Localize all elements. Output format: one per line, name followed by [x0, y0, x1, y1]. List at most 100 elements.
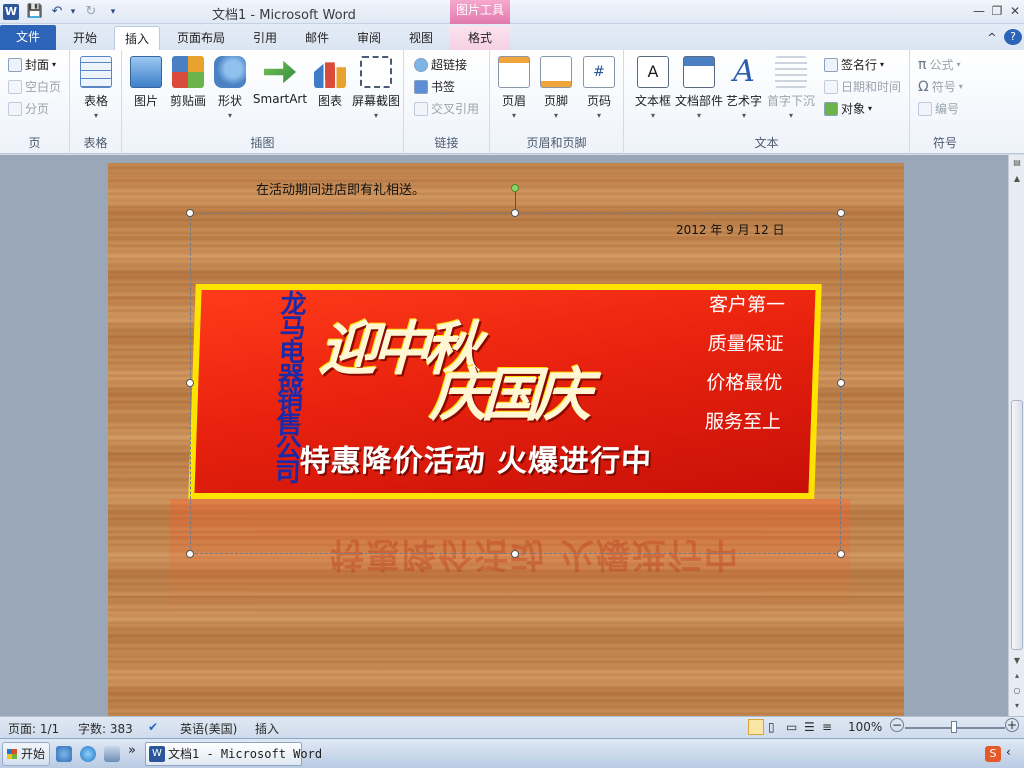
dropcap-button[interactable]: 首字下沉 ▾: [766, 56, 816, 120]
quicklaunch-media-icon[interactable]: [104, 746, 120, 762]
tab-home[interactable]: 开始: [62, 26, 108, 50]
scrollbar-thumb[interactable]: [1011, 400, 1023, 650]
blank-page-button[interactable]: 空白页: [8, 78, 61, 95]
next-page-icon[interactable]: ▾: [1011, 700, 1023, 712]
tab-review[interactable]: 审阅: [346, 26, 392, 50]
chevron-down-icon: ▾: [880, 60, 885, 69]
footer-button[interactable]: 页脚 ▾: [538, 56, 574, 120]
omega-icon: Ω: [918, 78, 929, 95]
page-break-button[interactable]: 分页: [8, 100, 49, 117]
group-pages: 封面 ▾ 空白页 分页 页: [0, 50, 70, 154]
equation-button[interactable]: π 公式 ▾: [918, 56, 960, 73]
shapes-button[interactable]: 形状 ▾: [212, 56, 248, 120]
browse-object-icon[interactable]: ○: [1011, 685, 1023, 697]
chevron-down-icon: ▾: [52, 60, 57, 69]
taskbar-word-window[interactable]: W 文档1 - Microsoft Word: [145, 742, 322, 766]
zoom-out-button[interactable]: −: [890, 718, 904, 732]
full-screen-reading-view-icon[interactable]: ▯: [768, 720, 775, 734]
minimize-ribbon-icon[interactable]: ^: [984, 26, 1000, 50]
resize-handle[interactable]: [837, 550, 845, 558]
equation-label: 公式: [929, 58, 954, 72]
wordart-button[interactable]: A 艺术字 ▾: [724, 56, 764, 121]
zoom-in-button[interactable]: +: [1005, 718, 1019, 732]
zoom-level[interactable]: 100%: [848, 720, 882, 734]
undo-dropdown-icon[interactable]: ▾: [64, 3, 82, 21]
ruler-toggle-icon[interactable]: ▤: [1011, 157, 1023, 169]
save-icon[interactable]: 💾: [26, 3, 44, 21]
tab-format[interactable]: 格式: [450, 26, 510, 50]
hyperlink-button[interactable]: 超链接: [414, 56, 467, 73]
signature-icon: [824, 57, 838, 72]
quicklaunch-more-icon[interactable]: »: [128, 743, 140, 759]
rotate-handle[interactable]: [511, 184, 519, 192]
quick-parts-button[interactable]: 文档部件 ▾: [674, 56, 724, 120]
textbox-button[interactable]: A 文本框 ▾: [630, 56, 676, 120]
close-button[interactable]: ✕: [1006, 2, 1024, 20]
resize-handle[interactable]: [837, 209, 845, 217]
clipart-button[interactable]: 剪贴画: [166, 56, 210, 109]
bookmark-button[interactable]: 书签: [414, 78, 455, 95]
bookmark-label: 书签: [431, 80, 456, 94]
minimize-button[interactable]: —: [970, 2, 988, 20]
header-button[interactable]: 页眉 ▾: [496, 56, 532, 120]
tab-mailings[interactable]: 邮件: [294, 26, 340, 50]
resize-handle[interactable]: [511, 550, 519, 558]
document-page[interactable]: 在活动期间进店即有礼相送。 2012 年 9 月 12 日 特惠降价活动 火爆进…: [108, 163, 904, 716]
tray-app-icon[interactable]: S: [985, 746, 1001, 762]
chart-button[interactable]: 图表: [312, 56, 348, 109]
document-line[interactable]: 在活动期间进店即有礼相送。: [256, 179, 425, 198]
quicklaunch-ie-icon[interactable]: [80, 746, 96, 762]
scroll-up-arrow-icon[interactable]: ▲: [1011, 173, 1023, 185]
redo-icon[interactable]: ↻: [82, 3, 100, 21]
resize-handle[interactable]: [511, 209, 519, 217]
smartart-button[interactable]: SmartArt: [250, 56, 310, 106]
proofing-icon[interactable]: ✔: [148, 720, 158, 734]
draft-view-icon[interactable]: ≡: [822, 720, 832, 734]
table-button[interactable]: 表格 ▾: [78, 56, 114, 120]
help-icon[interactable]: ?: [1004, 29, 1022, 45]
vertical-scrollbar[interactable]: ▤ ▲ ▼ ▴ ○ ▾: [1008, 155, 1024, 716]
status-word-count[interactable]: 字数: 383: [78, 720, 133, 737]
outline-view-icon[interactable]: ☰: [804, 720, 815, 734]
tab-page-layout[interactable]: 页面布局: [166, 26, 236, 50]
resize-handle[interactable]: [186, 550, 194, 558]
signature-line-button[interactable]: 签名行 ▾: [824, 56, 884, 73]
word-app-icon[interactable]: W: [3, 4, 19, 20]
resize-handle[interactable]: [837, 379, 845, 387]
print-layout-view-icon[interactable]: [748, 719, 764, 735]
number-button[interactable]: 编号: [918, 100, 959, 117]
scroll-down-arrow-icon[interactable]: ▼: [1011, 655, 1023, 667]
group-label-text: 文本: [754, 136, 779, 150]
screenshot-button[interactable]: 屏幕截图 ▾: [350, 56, 402, 120]
group-label-links: 链接: [434, 136, 459, 150]
resize-handle[interactable]: [186, 209, 194, 217]
object-button[interactable]: 对象 ▾: [824, 100, 872, 117]
quicklaunch-desktop-icon[interactable]: [56, 746, 72, 762]
header-label: 页眉: [501, 94, 526, 108]
customize-quick-access-icon[interactable]: ▾: [104, 3, 122, 21]
previous-page-icon[interactable]: ▴: [1011, 670, 1023, 682]
hyperlink-label: 超链接: [431, 58, 468, 72]
group-label-tables: 表格: [83, 136, 108, 150]
start-button[interactable]: 开始: [2, 742, 50, 766]
status-page[interactable]: 页面: 1/1: [8, 720, 59, 737]
page-number-button[interactable]: # 页码 ▾: [580, 56, 618, 120]
image-selection-frame[interactable]: [190, 213, 841, 554]
tab-view[interactable]: 视图: [398, 26, 444, 50]
status-insert-mode[interactable]: 插入: [255, 720, 279, 737]
tab-file[interactable]: 文件: [0, 25, 56, 50]
resize-handle[interactable]: [186, 379, 194, 387]
date-time-button[interactable]: 日期和时间: [824, 78, 901, 95]
tab-references[interactable]: 引用: [242, 26, 288, 50]
cover-page-button[interactable]: 封面 ▾: [8, 56, 56, 73]
tray-expand-icon[interactable]: ‹: [1006, 745, 1022, 761]
wordart-label: 艺术字: [725, 94, 762, 108]
cross-reference-button[interactable]: 交叉引用: [414, 100, 479, 117]
restore-button[interactable]: ❐: [988, 2, 1006, 20]
status-language[interactable]: 英语(美国): [180, 720, 237, 737]
web-layout-view-icon[interactable]: ▭: [786, 720, 797, 734]
symbol-button[interactable]: Ω 符号 ▾: [918, 78, 963, 95]
tab-insert[interactable]: 插入: [114, 26, 160, 50]
zoom-slider-thumb[interactable]: [951, 721, 957, 733]
picture-button[interactable]: 图片: [128, 56, 164, 109]
